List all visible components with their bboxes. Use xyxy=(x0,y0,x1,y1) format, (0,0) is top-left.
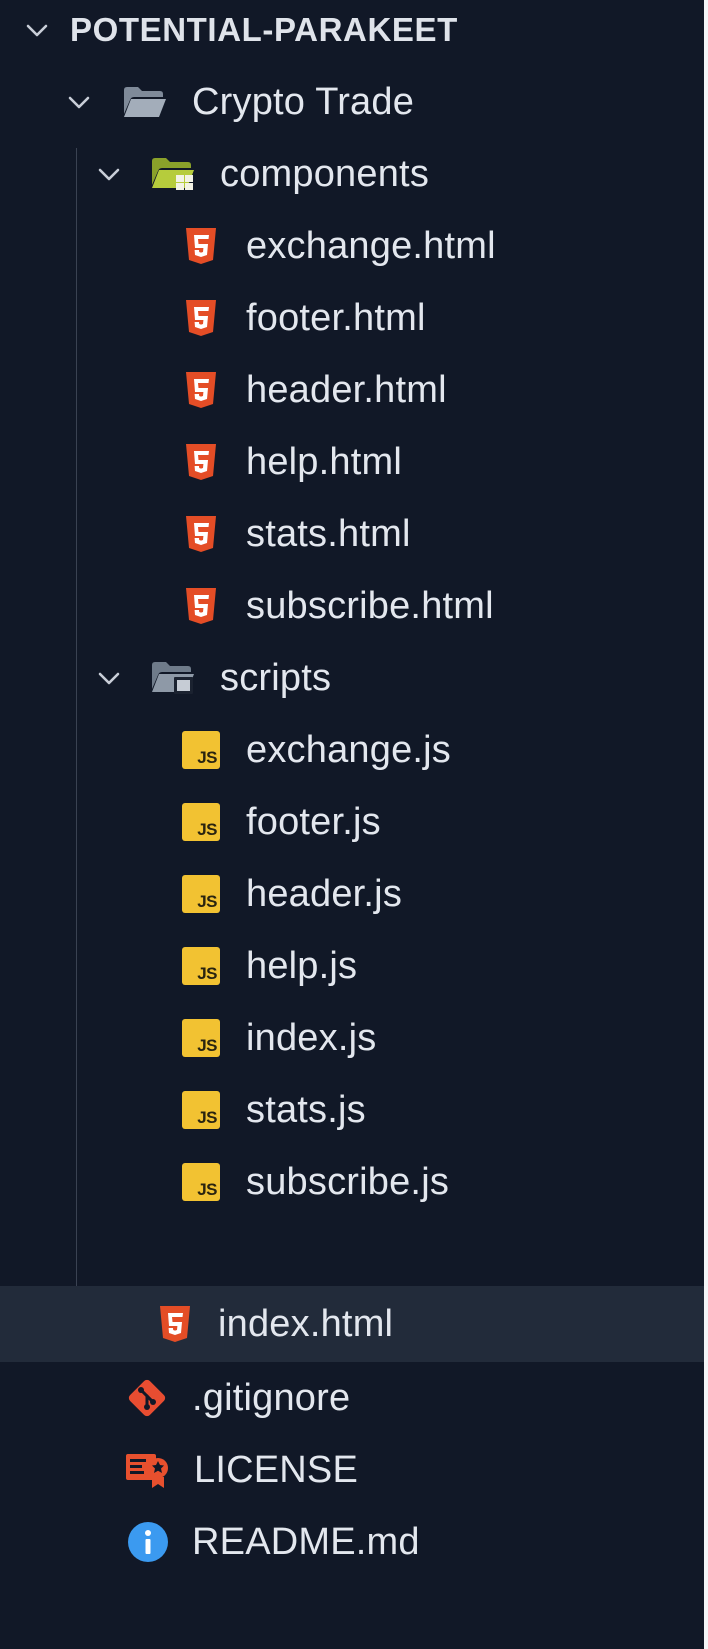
file-row[interactable]: JS index.js xyxy=(0,1000,704,1076)
file-label: README.md xyxy=(192,1521,420,1563)
javascript-icon: JS xyxy=(182,947,220,985)
file-label: subscribe.html xyxy=(246,585,494,627)
folder-row-crypto-trade[interactable]: Crypto Trade xyxy=(0,64,704,140)
explorer-root-header[interactable]: POTENTIAL-PARAKEET xyxy=(0,0,704,68)
html5-icon xyxy=(184,587,218,625)
file-label: stats.html xyxy=(246,513,411,555)
file-row[interactable]: .gitignore xyxy=(0,1360,704,1436)
file-row[interactable]: JS stats.js xyxy=(0,1072,704,1148)
javascript-icon: JS xyxy=(182,875,220,913)
file-label: index.html xyxy=(218,1303,394,1345)
window-edge xyxy=(704,0,708,1649)
chevron-down-icon[interactable] xyxy=(66,89,92,115)
file-label: stats.js xyxy=(246,1089,366,1131)
folder-row-components[interactable]: components xyxy=(0,136,704,212)
file-label: .gitignore xyxy=(192,1377,351,1419)
chevron-down-icon[interactable] xyxy=(96,161,122,187)
html5-icon xyxy=(184,443,218,481)
file-label: header.html xyxy=(246,369,447,411)
file-explorer: POTENTIAL-PARAKEET Crypto Trade componen… xyxy=(0,0,708,1649)
javascript-icon: JS xyxy=(182,1163,220,1201)
file-row[interactable]: JS header.js xyxy=(0,856,704,932)
file-row[interactable]: subscribe.html xyxy=(0,568,704,644)
file-row[interactable]: LICENSE xyxy=(0,1432,704,1508)
file-row[interactable]: help.html xyxy=(0,424,704,500)
chevron-down-icon[interactable] xyxy=(96,665,122,691)
folder-label: scripts xyxy=(220,657,332,699)
javascript-icon: JS xyxy=(182,803,220,841)
file-label: exchange.html xyxy=(246,225,496,267)
folder-row-scripts[interactable]: scripts xyxy=(0,640,704,716)
folder-label: components xyxy=(220,153,430,195)
file-row[interactable]: JS subscribe.js xyxy=(0,1144,704,1220)
html5-icon xyxy=(184,371,218,409)
html5-icon xyxy=(158,1305,192,1343)
folder-scripts-icon xyxy=(150,659,198,697)
html5-icon xyxy=(184,227,218,265)
file-row[interactable]: JS exchange.js xyxy=(0,712,704,788)
folder-open-icon xyxy=(122,84,168,120)
file-row[interactable]: footer.html xyxy=(0,280,704,356)
license-icon xyxy=(124,1450,172,1490)
git-icon xyxy=(124,1375,170,1421)
file-row[interactable]: JS help.js xyxy=(0,928,704,1004)
file-label: exchange.js xyxy=(246,729,452,771)
file-row[interactable]: header.html xyxy=(0,352,704,428)
file-label: footer.html xyxy=(246,297,426,339)
html5-icon xyxy=(184,299,218,337)
file-label: help.html xyxy=(246,441,402,483)
folder-components-icon xyxy=(150,155,198,193)
root-folder-label: POTENTIAL-PARAKEET xyxy=(70,11,458,48)
folder-label: Crypto Trade xyxy=(192,81,415,123)
file-row-selected[interactable]: index.html xyxy=(0,1286,704,1362)
javascript-icon: JS xyxy=(182,731,220,769)
info-icon xyxy=(126,1520,170,1564)
file-row[interactable]: README.md xyxy=(0,1504,704,1580)
javascript-icon: JS xyxy=(182,1019,220,1057)
html5-icon xyxy=(184,515,218,553)
file-row[interactable]: JS footer.js xyxy=(0,784,704,860)
file-label: help.js xyxy=(246,945,358,987)
file-label: index.js xyxy=(246,1017,377,1059)
file-label: footer.js xyxy=(246,801,381,843)
file-label: header.js xyxy=(246,873,403,915)
file-label: subscribe.js xyxy=(246,1161,450,1203)
javascript-icon: JS xyxy=(182,1091,220,1129)
file-row[interactable]: stats.html xyxy=(0,496,704,572)
chevron-down-icon[interactable] xyxy=(24,17,50,43)
file-row[interactable]: exchange.html xyxy=(0,208,704,284)
file-label: LICENSE xyxy=(194,1449,359,1491)
